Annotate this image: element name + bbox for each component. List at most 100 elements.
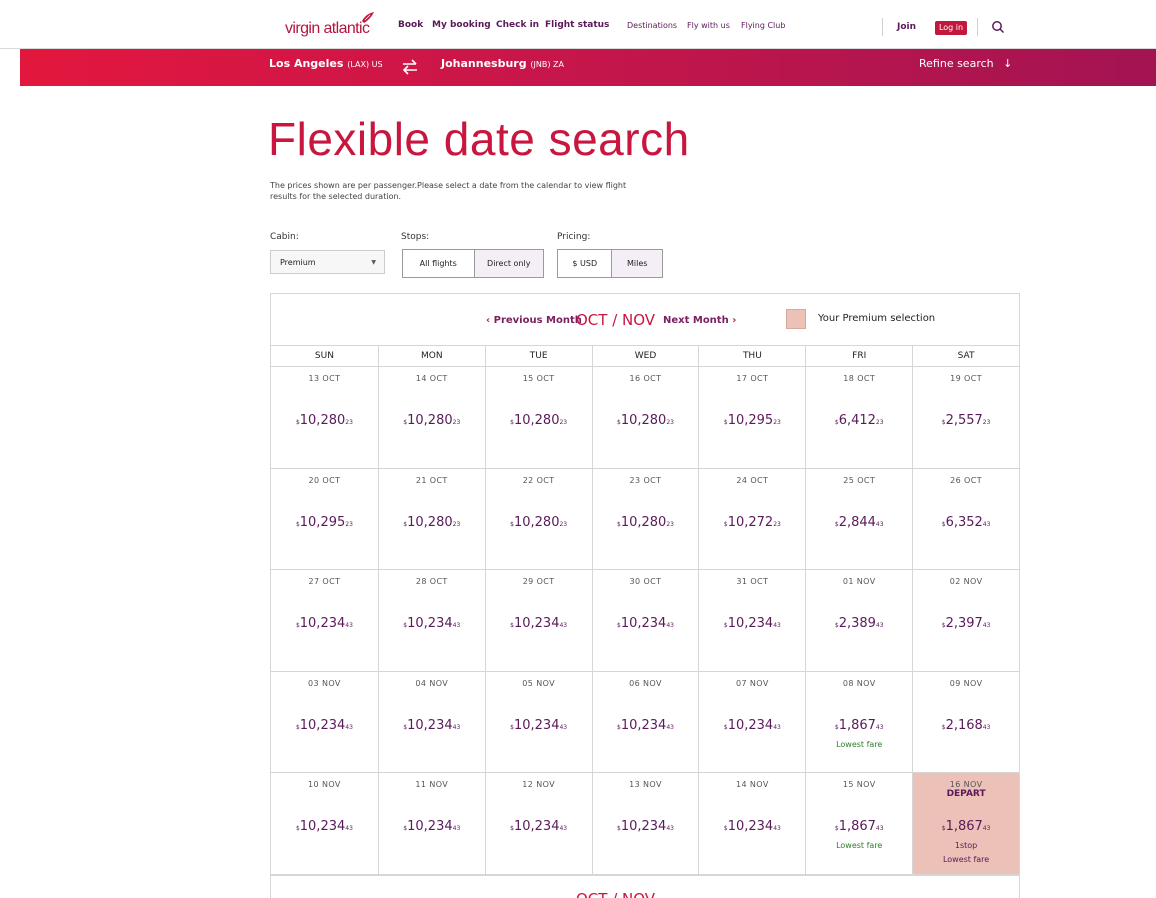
calendar-day-cell[interactable]: 31 OCT $10,23443 (698, 570, 805, 671)
cabin-select[interactable]: Premium ▼ (270, 250, 385, 274)
calendar-day-cell[interactable]: 17 OCT $10,29523 (698, 367, 805, 468)
day-date: 22 OCT (522, 475, 555, 485)
dow-wed: WED (591, 346, 699, 366)
header-divider (882, 18, 883, 36)
price-cents: 43 (982, 622, 991, 629)
price-amount: 1,867 (838, 717, 876, 733)
calendar-day-cell[interactable]: 14 OCT $10,28023 (377, 367, 485, 468)
calendar-day-cell[interactable]: 12 NOV $10,23443 (484, 773, 592, 874)
nav-fly-with-us[interactable]: Fly with us (687, 21, 730, 30)
calendar-day-cell[interactable]: 25 OCT $2,84443 (805, 468, 912, 569)
calendar-day-cell[interactable]: 19 OCT $2,55723 (912, 367, 1019, 468)
calendar-day-cell[interactable]: 10 NOV $10,23443 (271, 773, 378, 874)
calendar-day-cell[interactable]: 09 NOV $2,16843 (912, 671, 1019, 772)
day-price: $10,23443 (271, 819, 378, 834)
day-date: 23 OCT (629, 475, 662, 485)
price-amount: 10,234 (299, 819, 346, 834)
calendar-day-cell[interactable]: 01 NOV $2,38943 (805, 570, 912, 671)
nav-my-booking[interactable]: My booking (432, 20, 491, 30)
selection-legend-swatch (786, 309, 806, 329)
day-date: 27 OCT (308, 577, 341, 586)
calendar-day-cell[interactable]: 07 NOV $10,23443 (698, 671, 805, 772)
day-price: $10,23443 (699, 819, 805, 834)
stops-direct-only-button[interactable]: Direct only (473, 250, 543, 277)
price-amount: 6,412 (838, 413, 876, 428)
destination: Johannesburg (JNB) ZA (441, 57, 564, 70)
stops-all-flights-button[interactable]: All flights (403, 250, 474, 277)
calendar-day-cell[interactable]: 14 NOV $10,23443 (698, 773, 805, 874)
pricing-label: Pricing: (557, 232, 591, 242)
price-amount: 10,280 (620, 413, 667, 428)
calendar-day-cell[interactable]: 13 NOV $10,23443 (591, 773, 699, 874)
calendar-day-cell[interactable]: 11 NOV $10,23443 (377, 773, 485, 874)
calendar-day-cell[interactable]: 02 NOV $2,39743 (912, 570, 1019, 671)
price-cents: 23 (452, 520, 461, 528)
stops-count: 1stop (954, 841, 978, 850)
nav-destinations[interactable]: Destinations (627, 21, 677, 30)
price-amount: 10,234 (299, 717, 346, 733)
price-cents: 43 (666, 723, 674, 731)
pricing-miles-button[interactable]: Miles (611, 250, 662, 277)
day-price: $10,29523 (271, 515, 378, 530)
price-amount: 10,234 (727, 819, 774, 834)
calendar-day-cell[interactable]: 21 OCT $10,28023 (377, 468, 485, 569)
calendar-day-cell[interactable]: 18 OCT $6,41223 (805, 367, 912, 468)
price-cents: 43 (345, 723, 353, 731)
calendar-day-cell[interactable]: 26 OCT $6,35243 (912, 468, 1019, 569)
day-price: $10,27223 (699, 515, 805, 530)
dow-mon: MON (377, 346, 485, 366)
virgin-atlantic-logo[interactable]: virgin atlantic (285, 12, 374, 39)
nav-check-in[interactable]: Check in (496, 20, 539, 30)
calendar-day-cell[interactable]: 28 OCT $10,23443 (377, 570, 485, 671)
login-button[interactable]: Log in (935, 21, 967, 35)
calendar-day-cell[interactable]: 15 NOV $1,86743 Lowest fare (805, 773, 912, 874)
nav-flight-status[interactable]: Flight status (545, 20, 609, 30)
calendar-day-cell[interactable]: 23 OCT $10,28023 (591, 468, 699, 569)
next-month-button[interactable]: Next Month › (663, 315, 736, 326)
nav-flying-club[interactable]: Flying Club (741, 21, 785, 30)
price-amount: 2,844 (838, 514, 876, 530)
calendar-day-cell[interactable]: 03 NOV $10,23443 (271, 672, 378, 773)
calendar-day-cell[interactable]: 16 OCT $10,28023 (591, 367, 699, 468)
calendar-day-cell-selected[interactable]: 16 NOV DEPART $1,86743 1stop Lowest fare (912, 773, 1020, 874)
day-date: 20 OCT (308, 475, 341, 485)
calendar-day-cell[interactable]: 22 OCT $10,28023 (484, 468, 592, 569)
day-price: $1,86743 (806, 718, 912, 733)
calendar-day-cell[interactable]: 30 OCT $10,23443 (591, 570, 699, 671)
day-date: 19 OCT (950, 374, 983, 383)
calendar-day-cell[interactable]: 05 NOV $10,23443 (484, 671, 592, 772)
origin-city: Los Angeles (269, 57, 344, 70)
calendar-day-cell[interactable]: 06 NOV $10,23443 (591, 671, 699, 772)
pricing-usd-button[interactable]: $ USD (558, 250, 611, 277)
calendar-footer: OCT / NOV (271, 875, 1019, 898)
stops-label: Stops: (401, 232, 430, 242)
search-icon[interactable] (991, 20, 1005, 34)
calendar-day-cell[interactable]: 15 OCT $10,28023 (484, 367, 592, 468)
day-date: 10 NOV (308, 780, 341, 789)
day-price: $10,23443 (699, 718, 805, 733)
calendar-day-cell[interactable]: 29 OCT $10,23443 (484, 570, 592, 671)
day-price: $2,84443 (806, 515, 912, 530)
refine-search-button[interactable]: Refine search ↓ (919, 57, 1012, 70)
calendar-day-cell[interactable]: 08 NOV $1,86743 Lowest fare (805, 671, 912, 772)
swap-arrows-icon[interactable] (400, 58, 420, 76)
price-cents: 43 (875, 520, 884, 528)
calendar-grid: 13 OCT $10,28023 14 OCT $10,28023 15 OCT $10,… (271, 367, 1020, 875)
price-amount: 2,397 (945, 616, 983, 631)
day-price: $1,86743 (913, 819, 1019, 834)
nav-book[interactable]: Book (398, 20, 423, 30)
price-cents: 43 (875, 622, 884, 629)
day-price: $10,23443 (486, 819, 592, 834)
calendar-day-cell[interactable]: 13 OCT $10,28023 (271, 367, 378, 468)
calendar-day-cell[interactable]: 24 OCT $10,27223 (698, 468, 805, 569)
day-price: $10,28023 (593, 515, 699, 530)
calendar-day-cell[interactable]: 27 OCT $10,23443 (271, 570, 378, 671)
join-link[interactable]: Join (897, 22, 916, 32)
logo-flag-icon (362, 12, 374, 23)
day-price: $10,23443 (699, 616, 805, 631)
day-price: $10,23443 (379, 718, 485, 733)
previous-month-button[interactable]: ‹ Previous Month (486, 315, 582, 326)
day-price: $10,23443 (486, 718, 592, 733)
calendar-day-cell[interactable]: 04 NOV $10,23443 (377, 671, 485, 772)
calendar-day-cell[interactable]: 20 OCT $10,29523 (271, 469, 378, 570)
